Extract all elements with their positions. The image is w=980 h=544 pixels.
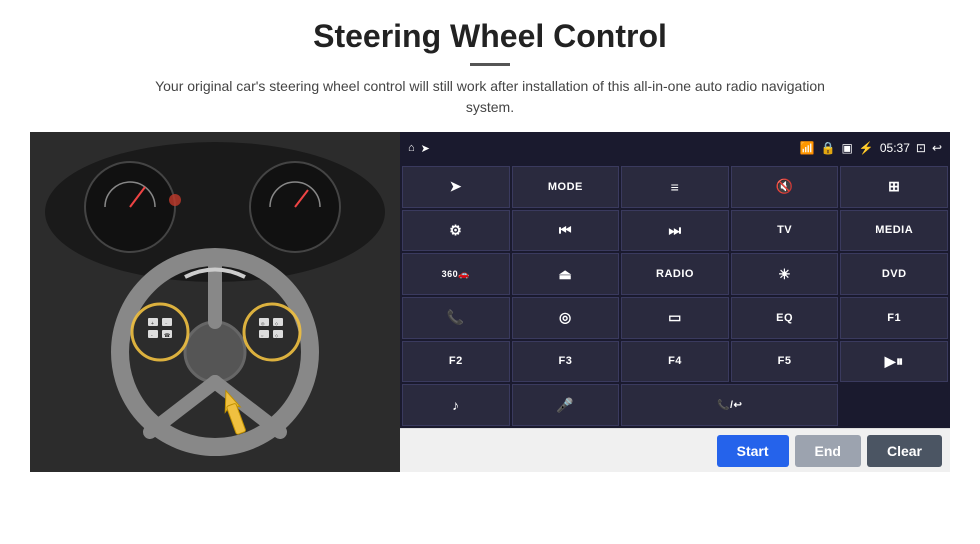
- phone-button[interactable]: 📞: [402, 297, 510, 339]
- apps-button[interactable]: ⊞: [840, 166, 948, 208]
- cam360-button[interactable]: 360🚗: [402, 253, 510, 295]
- button-grid: ➤ MODE ≡ 🔇 ⊞ ⚙ ⏮ ⏭ TV MEDIA 360🚗 ⏏ RADIO…: [400, 164, 950, 428]
- screen-button[interactable]: ▭: [621, 297, 729, 339]
- content-row: + - ~ ☎ ◎ ◇ ○ ◇: [30, 132, 950, 472]
- title-divider: [470, 63, 510, 66]
- eq-button[interactable]: EQ: [731, 297, 839, 339]
- list-button[interactable]: ≡: [621, 166, 729, 208]
- f4-button[interactable]: F4: [621, 341, 729, 383]
- start-button[interactable]: Start: [717, 435, 789, 467]
- radio-button[interactable]: RADIO: [621, 253, 729, 295]
- f1-button[interactable]: F1: [840, 297, 948, 339]
- media-button[interactable]: MEDIA: [840, 210, 948, 252]
- call-button[interactable]: 📞/↩: [621, 384, 838, 426]
- nav2-button[interactable]: ◎: [512, 297, 620, 339]
- page-subtitle: Your original car's steering wheel contr…: [150, 76, 830, 118]
- sd-icon: ▣: [842, 141, 853, 155]
- mute-button[interactable]: 🔇: [731, 166, 839, 208]
- eject-button[interactable]: ⏏: [512, 253, 620, 295]
- svg-text:◎: ◎: [261, 321, 265, 326]
- clear-button[interactable]: Clear: [867, 435, 942, 467]
- back-icon[interactable]: ↩: [932, 141, 942, 155]
- f2-button[interactable]: F2: [402, 341, 510, 383]
- prev-button[interactable]: ⏮: [512, 210, 620, 252]
- lock-icon: 🔒: [821, 141, 836, 155]
- svg-text:☎: ☎: [164, 333, 170, 339]
- nav-button[interactable]: ➤: [402, 166, 510, 208]
- playpause-button[interactable]: ▶⏸: [840, 341, 948, 383]
- send-icon: ➤: [421, 142, 430, 155]
- f5-button[interactable]: F5: [731, 341, 839, 383]
- window-icon: ⊡: [916, 141, 926, 155]
- page-container: Steering Wheel Control Your original car…: [0, 0, 980, 544]
- dvd-button[interactable]: DVD: [840, 253, 948, 295]
- bluetooth-icon: ⚡: [859, 141, 874, 155]
- wifi-icon: 📶: [800, 141, 815, 155]
- f3-button[interactable]: F3: [512, 341, 620, 383]
- music-button[interactable]: ♪: [402, 384, 510, 426]
- mode-button[interactable]: MODE: [512, 166, 620, 208]
- action-bar: Start End Clear: [400, 428, 950, 472]
- end-button[interactable]: End: [795, 435, 861, 467]
- status-right: 📶 🔒 ▣ ⚡ 05:37 ⊡ ↩: [800, 141, 942, 155]
- svg-text:+: +: [151, 321, 154, 327]
- time-display: 05:37: [880, 141, 910, 155]
- settings-button[interactable]: ⚙: [402, 210, 510, 252]
- tv-button[interactable]: TV: [731, 210, 839, 252]
- page-title: Steering Wheel Control: [313, 18, 667, 55]
- status-left: ⌂ ➤: [408, 142, 430, 155]
- status-bar: ⌂ ➤ 📶 🔒 ▣ ⚡ 05:37 ⊡ ↩: [400, 132, 950, 164]
- brightness-button[interactable]: ☀: [731, 253, 839, 295]
- control-panel: ⌂ ➤ 📶 🔒 ▣ ⚡ 05:37 ⊡ ↩ ➤ MODE ≡ 🔇: [400, 132, 950, 472]
- steering-svg: + - ~ ☎ ◎ ◇ ○ ◇: [30, 132, 400, 472]
- mic-button[interactable]: 🎤: [512, 384, 620, 426]
- steering-wheel-image: + - ~ ☎ ◎ ◇ ○ ◇: [30, 132, 400, 472]
- home-icon[interactable]: ⌂: [408, 142, 415, 154]
- next-button[interactable]: ⏭: [621, 210, 729, 252]
